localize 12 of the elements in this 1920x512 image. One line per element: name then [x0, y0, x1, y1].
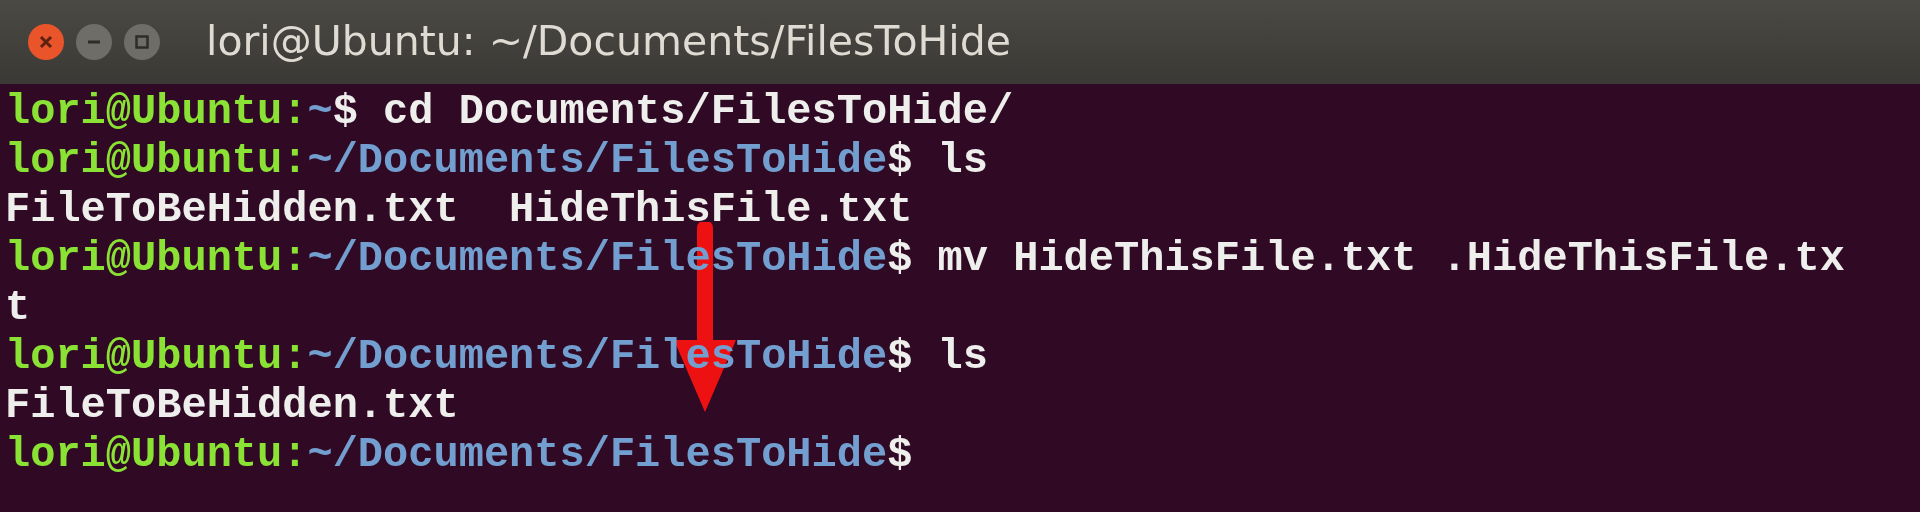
minimize-button[interactable] [76, 24, 112, 60]
window-title: lori@Ubuntu: ~/Documents/FilesToHide [206, 16, 1011, 68]
terminal-line: t [5, 284, 31, 333]
terminal-line: FileToBeHidden.txt [5, 382, 459, 431]
terminal-line: lori@Ubuntu:~/Documents/FilesToHide$ ls [5, 137, 988, 186]
terminal-line: lori@Ubuntu:~/Documents/FilesToHide$ [5, 431, 913, 480]
terminal-line: FileToBeHidden.txt HideThisFile.txt [5, 186, 913, 235]
terminal-line: lori@Ubuntu:~$ cd Documents/FilesToHide/ [5, 88, 1014, 137]
close-icon [38, 34, 54, 50]
maximize-button[interactable] [124, 24, 160, 60]
close-button[interactable] [28, 24, 64, 60]
maximize-icon [134, 34, 150, 50]
